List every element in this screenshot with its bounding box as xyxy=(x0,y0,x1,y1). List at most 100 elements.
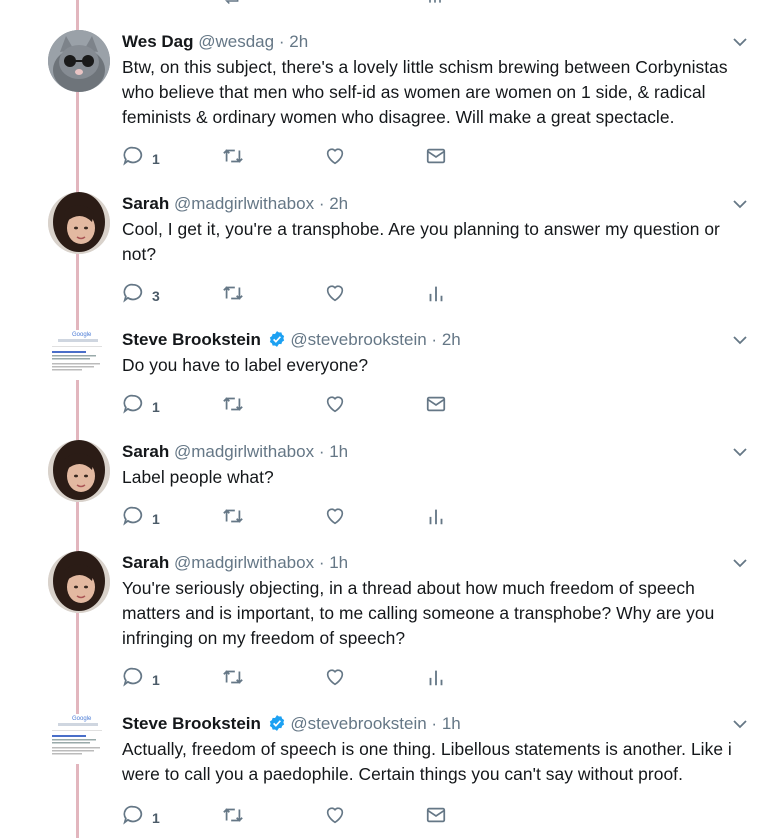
reply-count: 1 xyxy=(152,511,160,527)
retweet-button[interactable] xyxy=(221,803,245,827)
reply-icon xyxy=(122,666,144,688)
reply-count: 1 xyxy=(152,399,160,415)
like-button[interactable] xyxy=(324,803,346,827)
tweet-actions: 1 xyxy=(122,665,542,689)
analytics-button[interactable] xyxy=(425,665,447,689)
retweet-button[interactable] xyxy=(221,504,245,528)
tweet-timestamp[interactable]: 2h xyxy=(329,194,348,213)
tweet-text: Actually, freedom of speech is one thing… xyxy=(122,739,732,784)
author-handle[interactable]: @stevebrookstein xyxy=(290,330,426,349)
verified-badge-icon xyxy=(268,714,286,732)
author-name[interactable]: Sarah xyxy=(122,553,169,572)
analytics-icon[interactable] xyxy=(425,0,445,6)
tweet-actions: 1 xyxy=(122,504,542,528)
tweet-text: Btw, on this subject, there's a lovely l… xyxy=(122,57,728,127)
tweet-content: Sarah @madgirlwithabox · 2h Cool, I get … xyxy=(122,192,732,267)
header-separator: · xyxy=(318,442,325,461)
direct-message-button[interactable] xyxy=(425,144,447,168)
heart-icon xyxy=(324,666,346,688)
avatar[interactable] xyxy=(48,551,110,613)
retweet-button[interactable] xyxy=(221,281,245,305)
tweet-header: Sarah @madgirlwithabox · 1h xyxy=(122,440,732,464)
retweet-button[interactable] xyxy=(221,144,245,168)
envelope-icon xyxy=(425,393,447,415)
reply-icon xyxy=(122,393,144,415)
like-button[interactable] xyxy=(324,504,346,528)
analytics-button[interactable] xyxy=(425,504,447,528)
author-name[interactable]: Sarah xyxy=(122,194,169,213)
analytics-button[interactable] xyxy=(425,281,447,305)
avatar[interactable] xyxy=(48,440,110,502)
reply-button[interactable]: 1 xyxy=(122,665,160,689)
avatar[interactable]: Google xyxy=(50,330,108,380)
retweet-icon xyxy=(221,282,245,304)
tweet-text: Label people what? xyxy=(122,467,274,487)
direct-message-button[interactable] xyxy=(425,803,447,827)
tweet-timestamp[interactable]: 1h xyxy=(442,714,461,733)
author-handle[interactable]: @madgirlwithabox xyxy=(174,442,314,461)
tweet-content: Wes Dag @wesdag · 2h Btw, on this subjec… xyxy=(122,30,732,130)
reply-button[interactable]: 1 xyxy=(122,144,160,168)
like-button[interactable] xyxy=(324,665,346,689)
chevron-down-icon[interactable] xyxy=(732,34,748,50)
analytics-icon xyxy=(425,666,447,688)
avatar[interactable] xyxy=(48,192,110,254)
author-handle[interactable]: @madgirlwithabox xyxy=(174,194,314,213)
chevron-down-icon[interactable] xyxy=(732,444,748,460)
reply-button[interactable]: 1 xyxy=(122,504,160,528)
like-button[interactable] xyxy=(324,392,346,416)
heart-icon xyxy=(324,804,346,826)
retweet-icon xyxy=(221,666,245,688)
tweet-timestamp[interactable]: 2h xyxy=(442,330,461,349)
tweet-timestamp[interactable]: 1h xyxy=(329,553,348,572)
tweet-header: Wes Dag @wesdag · 2h xyxy=(122,30,732,54)
reply-button[interactable]: 1 xyxy=(122,392,160,416)
chevron-down-icon[interactable] xyxy=(732,332,748,348)
analytics-icon xyxy=(425,282,447,304)
like-button[interactable] xyxy=(324,281,346,305)
retweet-icon xyxy=(221,505,245,527)
reply-button[interactable]: 1 xyxy=(122,803,160,827)
author-handle[interactable]: @wesdag xyxy=(198,32,274,51)
like-button[interactable] xyxy=(324,144,346,168)
direct-message-button[interactable] xyxy=(425,392,447,416)
tweet-actions: 1 xyxy=(122,392,542,416)
reply-count: 1 xyxy=(152,810,160,826)
svg-text:Google: Google xyxy=(72,332,92,338)
header-separator: · xyxy=(431,330,438,349)
retweet-icon[interactable] xyxy=(221,0,241,6)
tweet-header: Sarah @madgirlwithabox · 1h xyxy=(122,551,732,575)
avatar[interactable]: Google xyxy=(50,714,108,764)
retweet-icon xyxy=(221,393,245,415)
avatar[interactable] xyxy=(48,30,110,92)
author-handle[interactable]: @stevebrookstein xyxy=(290,714,426,733)
chevron-down-icon[interactable] xyxy=(732,196,748,212)
tweet-header: Steve Brookstein @stevebrookstein · 2h xyxy=(122,328,732,352)
envelope-icon xyxy=(425,804,447,826)
reply-button[interactable]: 3 xyxy=(122,281,160,305)
tweet-timestamp[interactable]: 1h xyxy=(329,442,348,461)
author-name[interactable]: Wes Dag xyxy=(122,32,194,51)
chevron-down-icon[interactable] xyxy=(732,555,748,571)
analytics-icon xyxy=(425,505,447,527)
chevron-down-icon[interactable] xyxy=(732,716,748,732)
author-handle[interactable]: @madgirlwithabox xyxy=(174,553,314,572)
tweet-text: You're seriously objecting, in a thread … xyxy=(122,578,715,648)
thread-connector-line xyxy=(76,0,79,838)
tweet-timestamp[interactable]: 2h xyxy=(289,32,308,51)
author-name[interactable]: Sarah xyxy=(122,442,169,461)
tweet-content: Steve Brookstein @stevebrookstein · 2h D… xyxy=(122,328,732,378)
author-name[interactable]: Steve Brookstein xyxy=(122,714,261,733)
tweet-content: Sarah @madgirlwithabox · 1h Label people… xyxy=(122,440,732,490)
reply-icon xyxy=(122,505,144,527)
heart-icon xyxy=(324,393,346,415)
reply-icon xyxy=(122,804,144,826)
author-name[interactable]: Steve Brookstein xyxy=(122,330,261,349)
retweet-button[interactable] xyxy=(221,665,245,689)
header-separator: · xyxy=(318,553,325,572)
retweet-button[interactable] xyxy=(221,392,245,416)
heart-icon xyxy=(324,145,346,167)
tweet-header: Sarah @madgirlwithabox · 2h xyxy=(122,192,732,216)
tweet-text: Do you have to label everyone? xyxy=(122,355,369,375)
reply-count: 3 xyxy=(152,288,160,304)
